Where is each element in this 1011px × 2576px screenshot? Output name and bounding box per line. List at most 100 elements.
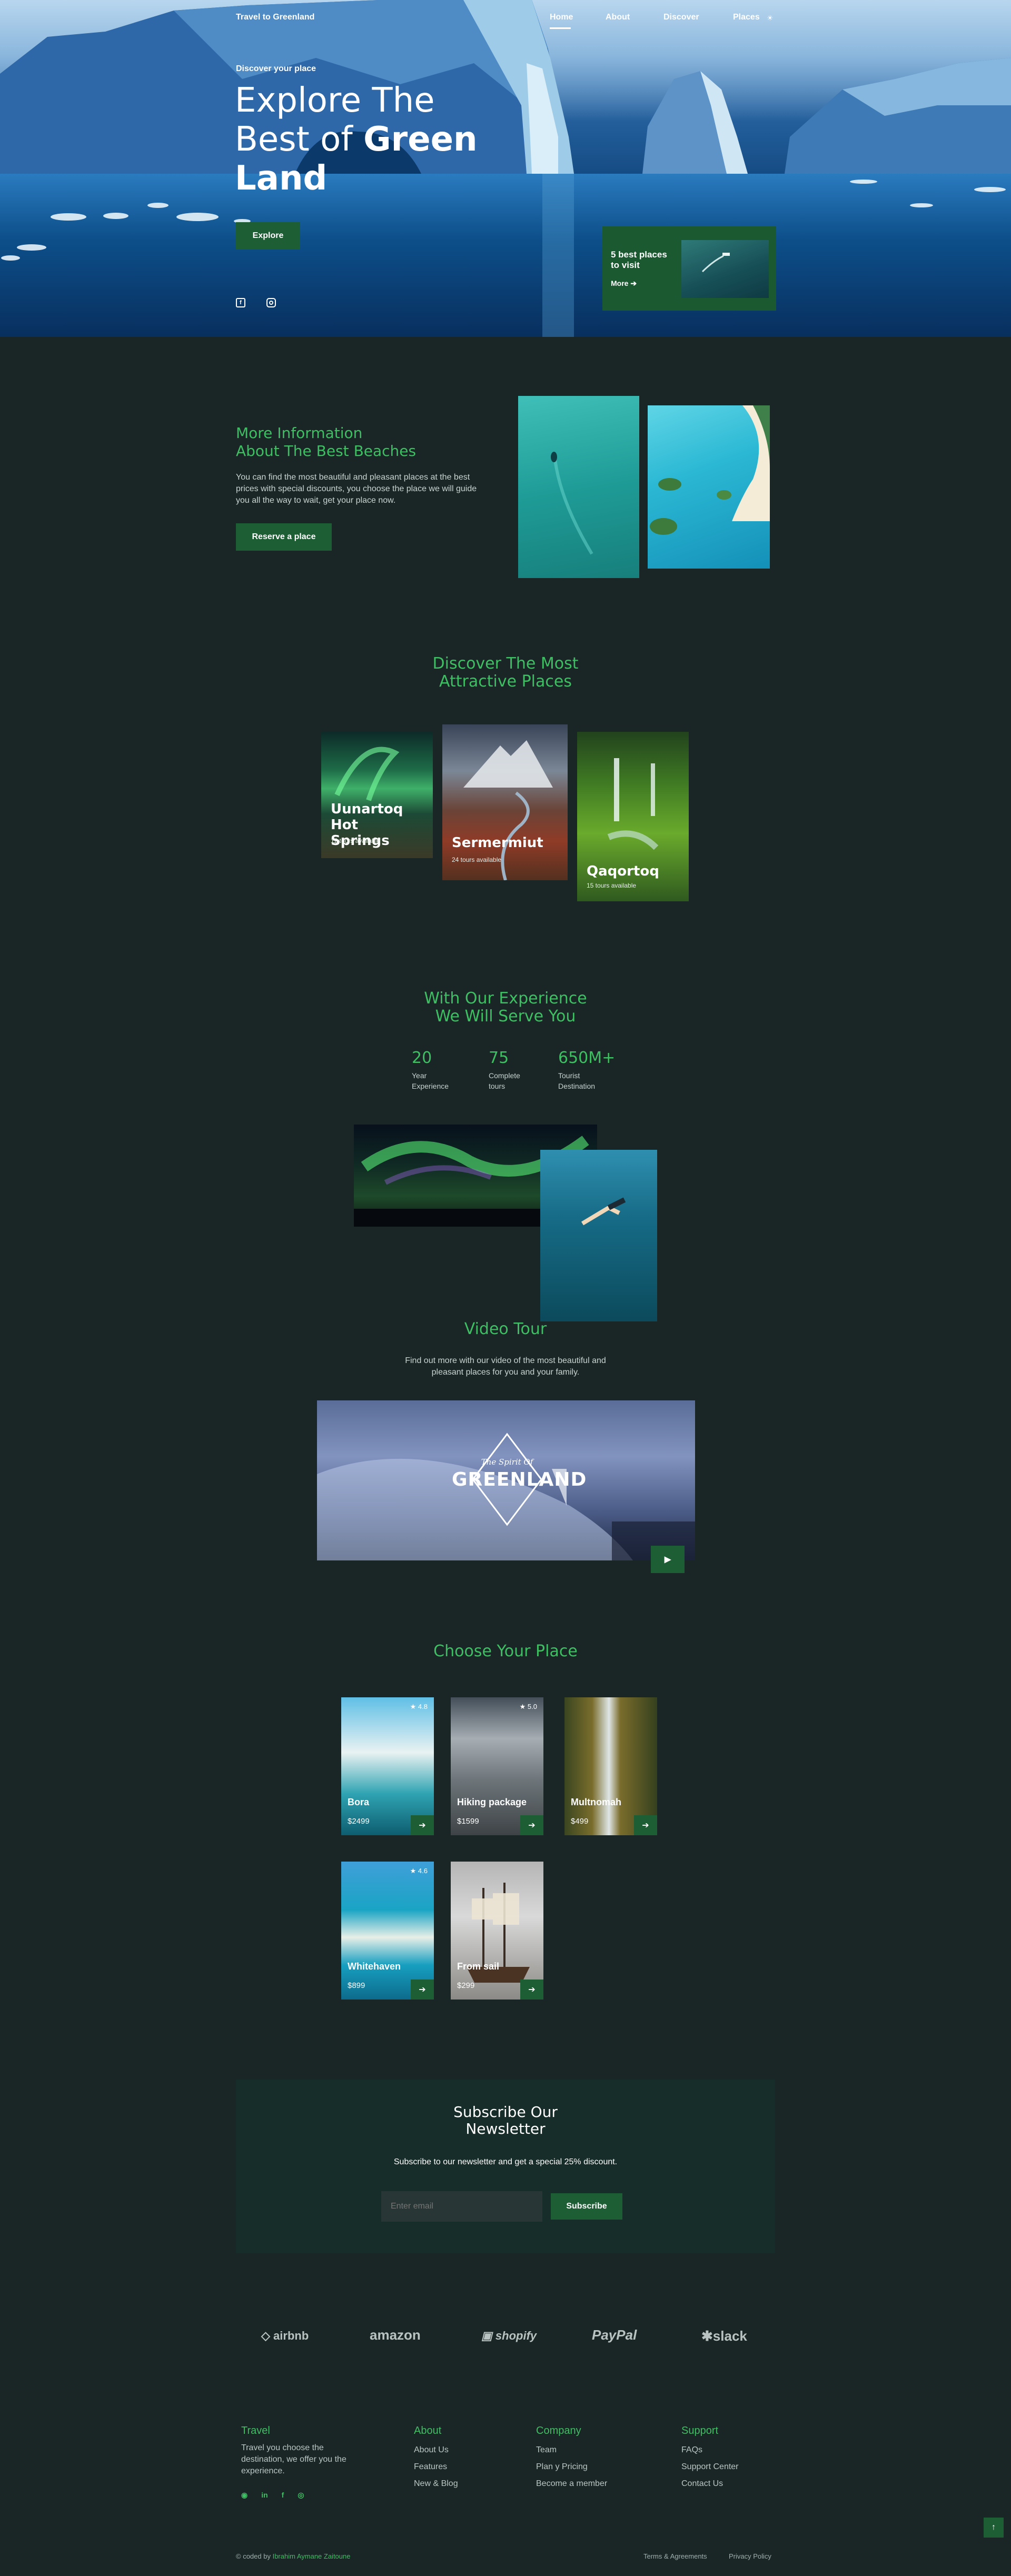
terms-link[interactable]: Terms & Agreements [643,2552,707,2560]
experience-section: With Our Experience We Will Serve You 20 … [0,958,1011,1327]
star-icon: ★ [410,1703,417,1710]
place-tours: 24 tours available [452,856,502,863]
discover-title: Discover The Most Attractive Places [432,654,579,691]
star-icon: ★ [519,1703,526,1710]
experience-title: With Our Experience We Will Serve You [424,989,587,1026]
footer-link[interactable]: About Us [414,2445,458,2455]
stat-destinations: 650M+ Tourist Destination [558,1049,616,1090]
stat-years: 20 Year Experience [412,1049,449,1090]
instagram-icon[interactable] [266,298,276,307]
scroll-top-button[interactable]: ↑ [984,2518,1004,2538]
place-name: Sermermiut [452,835,543,851]
beach-image-boat [518,396,639,578]
arrow-right-icon[interactable]: ➔ [520,1815,543,1835]
explore-button[interactable]: Explore [236,222,300,250]
nav-discover[interactable]: Discover [663,13,699,22]
info-title: More Information About The Best Beaches [236,424,417,460]
promo-card[interactable]: 5 best places to visit More ➔ [602,226,776,311]
author-link[interactable]: Ibrahim Aymane Zaitoune [273,2552,351,2560]
brand-paypal: PayPal [592,2327,637,2343]
facebook-icon[interactable]: f [236,298,245,307]
arrow-up-icon: ↑ [992,2523,996,2532]
place-option-name: Whitehaven [348,1961,401,1972]
brand-shopify: ▣ shopify [481,2329,537,2342]
greenland-logo: The Spirit Of GREENLAND [452,1432,586,1527]
nav-home[interactable]: Home [550,13,573,22]
place-option-card[interactable]: ★ 4.6 Whitehaven $899 ➔ [341,1862,434,2000]
promo-more-link[interactable]: More ➔ [611,279,637,288]
video-section: Video Tour Find out more with our video … [0,1311,1011,1585]
slack-icon: ✱ [701,2328,713,2344]
footer: Travel Travel you choose the destination… [0,2416,1011,2576]
footer-link[interactable]: Support Center [681,2462,739,2472]
arrow-right-icon[interactable]: ➔ [520,1980,543,2000]
video-text: Find out more with our video of the most… [405,1356,606,1377]
reserve-button[interactable]: Reserve a place [236,523,332,551]
privacy-link[interactable]: Privacy Policy [729,2552,771,2560]
footer-company: Company Team Plan y Pricing Become a mem… [536,2425,608,2489]
place-option-price: $499 [571,1817,589,1826]
footer-link[interactable]: New & Blog [414,2479,458,2489]
github-icon[interactable]: ◉ [241,2491,247,2500]
theme-toggle-icon[interactable]: ☀ [767,14,774,23]
footer-travel: Travel Travel you choose the destination… [241,2425,346,2500]
place-tours: 15 tours available [587,882,637,889]
place-option-price: $2499 [348,1817,370,1826]
footer-link[interactable]: Team [536,2445,607,2455]
footer-support: Support FAQs Support Center Contact Us [681,2425,739,2489]
nav-active-indicator [550,27,571,29]
info-section: More Information About The Best Beaches Y… [0,337,1011,600]
choose-section: Choose Your Place ★ 4.8 Bora $2499 ➔ ★ 5… [0,1622,1011,2011]
video-player[interactable]: The Spirit Of GREENLAND [317,1400,695,1560]
footer-credit: © coded by Ibrahim Aymane Zaitoune [236,2552,351,2560]
arrow-right-icon[interactable]: ➔ [634,1815,657,1835]
instagram-icon[interactable]: ◎ [298,2491,304,2500]
arrow-right-icon[interactable]: ➔ [411,1980,434,2000]
brand-slack: ✱slack [701,2328,747,2344]
place-option-card[interactable]: ★ 4.8 Bora $2499 ➔ [341,1697,434,1835]
subscribe-button[interactable]: Subscribe [551,2193,622,2220]
hero-title: Explore The Best of Green Land [235,81,478,198]
star-icon: ★ [410,1867,417,1875]
hero-background-image [0,0,1011,337]
footer-link[interactable]: Plan y Pricing [536,2462,607,2472]
place-option-card[interactable]: ★ 5.0 Hiking package $1599 ➔ [451,1697,543,1835]
brand-amazon: amazon [370,2327,421,2343]
nav-places[interactable]: Places [733,13,760,22]
footer-link[interactable]: Become a member [536,2479,607,2489]
newsletter-text: Subscribe to our newsletter and get a sp… [393,2157,618,2166]
place-option-name: Bora [348,1797,370,1807]
diver-image [540,1150,657,1321]
shopify-bag-icon: ▣ [481,2329,492,2342]
footer-link[interactable]: FAQs [681,2445,739,2455]
place-card[interactable]: Qaqortoq 15 tours available [577,732,689,901]
nav-about[interactable]: About [606,13,630,22]
play-button[interactable]: ▶ [651,1546,685,1573]
place-card[interactable]: Uunartoq Hot Springs 12 tours available [321,732,433,858]
linkedin-icon[interactable]: in [261,2491,267,2500]
brand-logo[interactable]: Travel to Greenland [236,13,314,22]
place-card[interactable]: Sermermiut 24 tours available [442,724,568,880]
place-name: Qaqortoq [587,863,659,879]
place-option-name: Hiking package [457,1797,527,1807]
airbnb-icon: ◇ [261,2329,270,2342]
discover-section: Discover The Most Attractive Places Uunar… [0,621,1011,916]
hero-eyebrow: Discover your place [236,64,316,73]
place-option-card[interactable]: From sail $299 ➔ [451,1862,543,2000]
choose-title: Choose Your Place [433,1642,578,1660]
arrow-right-icon[interactable]: ➔ [411,1815,434,1835]
email-input[interactable] [381,2191,542,2222]
brand-airbnb: ◇ airbnb [261,2329,309,2342]
footer-link[interactable]: Contact Us [681,2479,739,2489]
hero-section: Travel to Greenland #hero [data-name="br… [0,0,1011,337]
beach-image-islands [648,405,770,569]
place-option-price: $1599 [457,1817,479,1826]
brands-section: ◇ airbnb amazon ▣ shopify PayPal ✱slack [236,2322,775,2353]
rating-badge: ★ 4.6 [410,1867,428,1875]
footer-link[interactable]: Features [414,2462,458,2472]
arrow-right-icon: ➔ [630,279,637,287]
place-option-name: From sail [457,1961,500,1972]
facebook-icon[interactable]: f [282,2491,284,2500]
place-option-card[interactable]: Multnomah $499 ➔ [564,1697,657,1835]
rating-badge: ★ 4.8 [410,1703,428,1710]
